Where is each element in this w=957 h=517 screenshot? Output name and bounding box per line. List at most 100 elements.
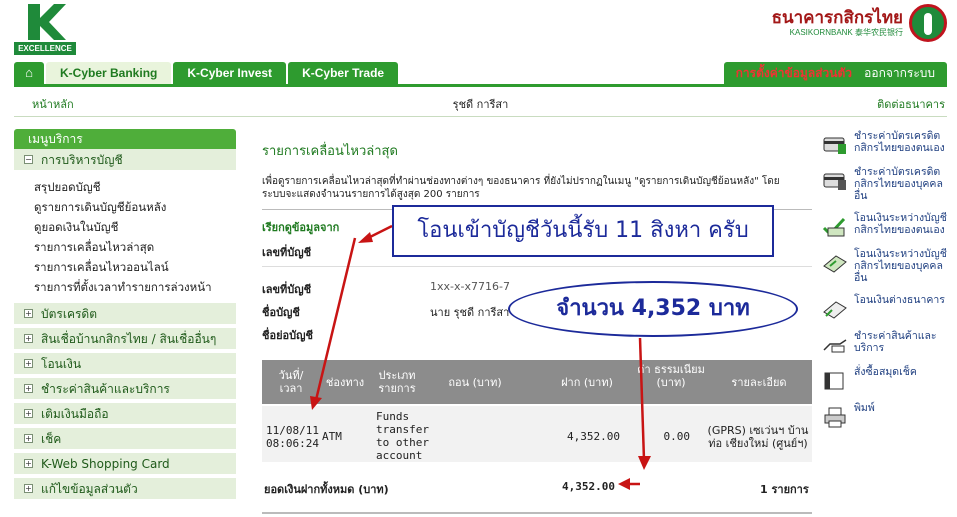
- expand-icon: +: [24, 334, 33, 343]
- sidebar: เมนูบริการ − การบริหารบัญชี สรุปยอดบัญชี…: [14, 129, 236, 503]
- expand-icon: +: [24, 309, 33, 318]
- contact-link[interactable]: ติดต่อธนาคาร: [877, 95, 945, 113]
- expand-icon: +: [24, 434, 33, 443]
- quick-link-transfer-own[interactable]: โอนเงินระหว่างบัญชีกสิกรไทยของตนเอง: [822, 212, 952, 238]
- user-name: รุชดี การีสา: [452, 98, 509, 111]
- quick-link-pay-own-card[interactable]: ชำระค่าบัตรเครดิตกสิกรไทยของตนเอง: [822, 130, 952, 156]
- table-total: ยอดเงินฝากทั้งหมด (บาท) 4,352.00 1 รายกา…: [262, 470, 812, 504]
- sidebar-group-label: สินเชื่อบ้านกสิกรไทย / สินเชื่ออื่นๆ: [41, 331, 217, 346]
- subnav: หน้าหลัก รุชดี การีสา ติดต่อธนาคาร: [14, 90, 947, 114]
- quick-link-label: โอนเงินระหว่างบัญชีกสิกรไทยของบุคคลอื่น: [854, 248, 947, 284]
- sidebar-group-shopping-card[interactable]: + K-Web Shopping Card: [14, 453, 236, 475]
- sidebar-item-recent[interactable]: รายการเคลื่อนไหวล่าสุด: [34, 237, 236, 257]
- row-time: 08:06:24: [266, 437, 319, 450]
- tab-k-cyber-invest[interactable]: K-Cyber Invest: [173, 62, 287, 84]
- annotation-oval: จำนวน 4,352 บาท: [508, 281, 798, 337]
- credit-card-icon: [823, 173, 846, 190]
- printer-icon: [824, 407, 846, 428]
- row-type: Funds transfer to other account: [376, 410, 429, 462]
- row-fee: 0.00: [663, 430, 691, 443]
- quick-link-label: โอนเงินต่างธนาคาร: [854, 294, 945, 306]
- bank-emblem-icon: [909, 4, 947, 42]
- table-header: วันที่/ เวลา ช่องทาง ประเภท รายการ ถอน (…: [262, 360, 812, 404]
- col-datetime: วันที่/ เวลา: [278, 369, 304, 395]
- account-number-label: เลขที่บัญชี: [262, 283, 312, 296]
- sidebar-group-label: การบริหารบัญชี: [41, 152, 123, 167]
- sidebar-group-label: ชำระค่าสินค้าและบริการ: [41, 381, 170, 396]
- cheque-book-icon: [824, 372, 844, 390]
- col-channel: ช่องทาง: [325, 376, 365, 389]
- kbank-excellence-logo: EXCELLENCE: [14, 2, 76, 56]
- expand-icon: +: [24, 409, 33, 418]
- sidebar-item-balance[interactable]: ดูยอดเงินในบัญชี: [34, 217, 236, 237]
- sidebar-item-scheduled[interactable]: รายการที่ตั้งเวลาทำรายการล่วงหน้า: [34, 277, 236, 297]
- expand-icon: +: [24, 359, 33, 368]
- quick-link-interbank[interactable]: โอนเงินต่างธนาคาร: [822, 294, 952, 320]
- row-date: 11/08/11: [266, 424, 319, 437]
- total-count: 1 รายการ: [760, 483, 809, 496]
- account-submenu: สรุปยอดบัญชี ดูรายการเดินบัญชีย้อนหลัง ด…: [14, 171, 236, 303]
- collapse-icon: −: [24, 155, 33, 164]
- sidebar-group-label: แก้ไขข้อมูลส่วนตัว: [41, 481, 138, 496]
- sidebar-item-summary[interactable]: สรุปยอดบัญชี: [34, 177, 236, 197]
- account-name-value: นาย รุชดี การีสา: [430, 306, 510, 319]
- sidebar-group-credit-card[interactable]: + บัตรเครดิต: [14, 303, 236, 325]
- total-label: ยอดเงินฝากทั้งหมด (บาท): [264, 483, 389, 496]
- expand-icon: +: [24, 384, 33, 393]
- account-name-label: ชื่อบัญชี: [262, 306, 300, 319]
- settings-tab[interactable]: การตั้งค่าข้อมูลส่วนตัว: [723, 62, 864, 84]
- quick-link-label: สั่งซื้อสมุดเช็ค: [854, 366, 917, 378]
- sidebar-group-payment[interactable]: + ชำระค่าสินค้าและบริการ: [14, 378, 236, 400]
- sidebar-group-transfer[interactable]: + โอนเงิน: [14, 353, 236, 375]
- bank-logo: ธนาคารกสิกรไทย KASIKORNBANK 泰华农民银行: [772, 4, 947, 42]
- col-deposit: ฝาก (บาท): [561, 376, 613, 389]
- tab-underline: [14, 84, 947, 87]
- money-arrow-icon: [823, 301, 847, 319]
- quick-link-label: ชำระค่าบัตรเครดิตกสิกรไทยของตนเอง: [854, 130, 945, 154]
- col-detail: รายละเอียด: [731, 376, 787, 389]
- credit-card-icon: [823, 137, 846, 154]
- account-nickname-label: ชื่อย่อบัญชี: [262, 329, 313, 342]
- sidebar-group-loans[interactable]: + สินเชื่อบ้านกสิกรไทย / สินเชื่ออื่นๆ: [14, 328, 236, 350]
- quick-link-transfer-other[interactable]: โอนเงินระหว่างบัญชีกสิกรไทยของบุคคลอื่น: [822, 248, 952, 284]
- annotation-box: โอนเข้าบัญชีวันนี้รับ 11 สิงหา ครับ: [392, 205, 774, 257]
- transfer-check-icon: [822, 217, 846, 237]
- sidebar-item-history[interactable]: ดูรายการเดินบัญชีย้อนหลัง: [34, 197, 236, 217]
- home-tab[interactable]: ⌂: [14, 62, 44, 84]
- quick-link-print[interactable]: พิมพ์: [822, 402, 952, 428]
- sidebar-title: เมนูบริการ: [14, 129, 236, 149]
- quick-link-label: ชำระค่าบัตรเครดิตกสิกรไทยของบุคคลอื่น: [854, 166, 943, 202]
- k-letter-icon: [28, 4, 66, 40]
- row-deposit: 4,352.00: [567, 430, 620, 443]
- bank-name-en: KASIKORNBANK 泰华农民银行: [789, 27, 903, 37]
- quick-link-pay-other-card[interactable]: ชำระค่าบัตรเครดิตกสิกรไทยของบุคคลอื่น: [822, 166, 952, 202]
- page-description: เพื่อดูรายการเคลื่อนไหวล่าสุดที่ทำผ่านช่…: [262, 176, 780, 200]
- sidebar-group-label: บัตรเครดิต: [41, 306, 98, 321]
- quick-link-label: ชำระค่าสินค้าและบริการ: [854, 330, 937, 354]
- total-value: 4,352.00: [562, 480, 615, 493]
- quick-link-cheque-book[interactable]: สั่งซื้อสมุดเช็ค: [822, 366, 952, 392]
- hand-pay-icon: [823, 339, 847, 353]
- main-tabs: ⌂ K-Cyber Banking K-Cyber Invest K-Cyber…: [14, 62, 399, 84]
- sidebar-group-account[interactable]: − การบริหารบัญชี: [14, 149, 236, 171]
- sidebar-group-label: เช็ค: [41, 431, 62, 446]
- quick-link-label: โอนเงินระหว่างบัญชีกสิกรไทยของตนเอง: [854, 212, 947, 236]
- quick-link-bill-payment[interactable]: ชำระค่าสินค้าและบริการ: [822, 330, 952, 356]
- sidebar-item-online[interactable]: รายการเคลื่อนไหวออนไลน์: [34, 257, 236, 277]
- account-number-value: 1xx-x-x7716-7: [430, 280, 510, 293]
- tab-k-cyber-trade[interactable]: K-Cyber Trade: [288, 62, 399, 84]
- account-select-label: เลขที่บัญชี: [262, 246, 312, 259]
- logout-tab[interactable]: ออกจากระบบ: [852, 62, 947, 84]
- tab-k-cyber-banking[interactable]: K-Cyber Banking: [46, 62, 172, 84]
- home-icon: ⌂: [25, 65, 33, 80]
- sidebar-group-cheque[interactable]: + เช็ค: [14, 428, 236, 450]
- table-bottom-border: [262, 512, 812, 514]
- logo-caption: EXCELLENCE: [14, 42, 76, 55]
- bank-name-thai: ธนาคารกสิกรไทย: [771, 7, 903, 28]
- quick-link-label: พิมพ์: [854, 402, 875, 414]
- sidebar-group-topup[interactable]: + เติมเงินมือถือ: [14, 403, 236, 425]
- table-row: 11/08/11 08:06:24 ATM Funds transfer to …: [262, 406, 812, 462]
- sidebar-group-profile[interactable]: + แก้ไขข้อมูลส่วนตัว: [14, 478, 236, 500]
- expand-icon: +: [24, 459, 33, 468]
- expand-icon: +: [24, 484, 33, 493]
